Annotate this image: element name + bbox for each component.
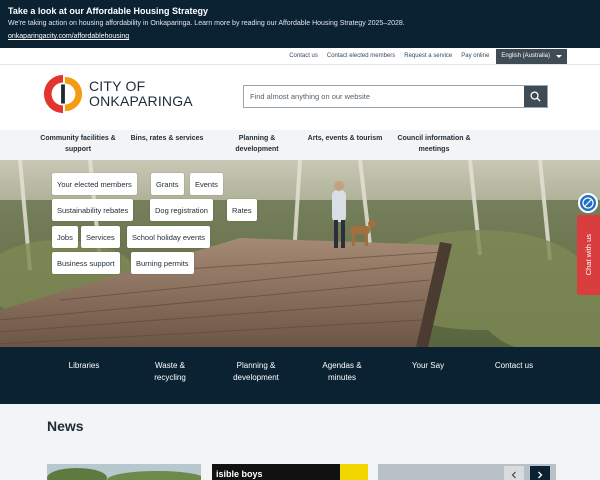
quicklink-burning-permits[interactable]: Burning permits (131, 252, 194, 274)
quicklink-school-holiday-events[interactable]: School holiday events (127, 226, 210, 248)
onkaparinga-logo-icon (43, 74, 83, 114)
nav-council-information[interactable]: Council information & meetings (392, 133, 476, 155)
carousel-prev-button[interactable] (504, 466, 524, 480)
news-card-1-image (47, 464, 201, 480)
utility-divider (0, 64, 600, 65)
nav-bins-rates-services[interactable]: Bins, rates & services (126, 133, 208, 144)
chevron-left-icon (511, 471, 516, 479)
quicklink-jobs[interactable]: Jobs (52, 226, 78, 248)
search-box (243, 85, 548, 108)
news-card-2[interactable]: isible boys (212, 464, 368, 480)
quickbar-agendas-minutes[interactable]: Agendas & minutes (312, 360, 372, 384)
quickbar-your-say[interactable]: Your Say (398, 360, 458, 372)
alert-banner: Take a look at our Affordable Housing St… (0, 0, 600, 48)
chat-label: Chat with us (584, 234, 593, 276)
quickbar-waste-recycling[interactable]: Waste & recycling (140, 360, 200, 384)
utility-bar: Contact us Contact elected members Reque… (280, 48, 567, 64)
logo-line-2: ONKAPARINGA (89, 93, 193, 109)
main-navigation: Community facilities & support Bins, rat… (0, 130, 600, 160)
quicklink-sustainability-rebates[interactable]: Sustainability rebates (52, 199, 134, 221)
news-card-2-title: isible boys (216, 469, 263, 479)
news-card-2-accent (340, 464, 368, 480)
nav-planning-development[interactable]: Planning & development (222, 133, 292, 155)
utility-link-contact-us[interactable]: Contact us (289, 53, 318, 59)
language-select[interactable]: English (Australia) (496, 48, 567, 64)
chevron-right-icon (538, 471, 543, 479)
utility-link-contact-elected-members[interactable]: Contact elected members (327, 53, 395, 59)
news-card-1[interactable] (47, 464, 201, 480)
logo-line-1: CITY OF (89, 78, 146, 94)
news-heading: News (47, 418, 84, 434)
search-input[interactable] (244, 86, 524, 107)
hero-banner: Your elected members Grants Events Susta… (0, 160, 600, 347)
quicklink-grants[interactable]: Grants (151, 173, 184, 195)
chevron-down-icon (556, 54, 562, 58)
accessibility-button[interactable] (578, 193, 598, 213)
quicklink-dog-registration[interactable]: Dog registration (150, 199, 213, 221)
utility-link-request-service[interactable]: Request a service (404, 53, 452, 59)
quicklink-elected-members[interactable]: Your elected members (52, 173, 137, 195)
quicklink-services[interactable]: Services (81, 226, 120, 248)
quickbar-contact-us[interactable]: Contact us (484, 360, 544, 372)
alert-title: Take a look at our Affordable Housing St… (8, 6, 209, 16)
language-label: English (Australia) (501, 53, 550, 59)
quicklink-business-support[interactable]: Business support (52, 252, 120, 274)
alert-text: We're taking action on housing affordabi… (8, 20, 405, 27)
chat-with-us-button[interactable]: Chat with us (577, 215, 600, 295)
quickbar-libraries[interactable]: Libraries (54, 360, 114, 372)
search-icon (530, 91, 541, 102)
news-section: News isible boys (0, 404, 600, 480)
site-logo[interactable]: CITY OF ONKAPARINGA (42, 72, 202, 116)
quick-links-bar: Libraries Waste & recycling Planning & d… (0, 347, 600, 404)
quickbar-planning-development[interactable]: Planning & development (221, 360, 291, 384)
alert-link[interactable]: onkaparingacity.com/affordablehousing (8, 32, 592, 42)
carousel-next-button[interactable] (530, 466, 550, 480)
quicklink-rates[interactable]: Rates (227, 199, 257, 221)
quicklink-events[interactable]: Events (190, 173, 223, 195)
accessibility-icon (582, 197, 594, 209)
nav-community-facilities[interactable]: Community facilities & support (36, 133, 120, 155)
nav-arts-events-tourism[interactable]: Arts, events & tourism (302, 133, 388, 144)
utility-link-pay-online[interactable]: Pay online (461, 53, 489, 59)
search-button[interactable] (524, 86, 547, 107)
